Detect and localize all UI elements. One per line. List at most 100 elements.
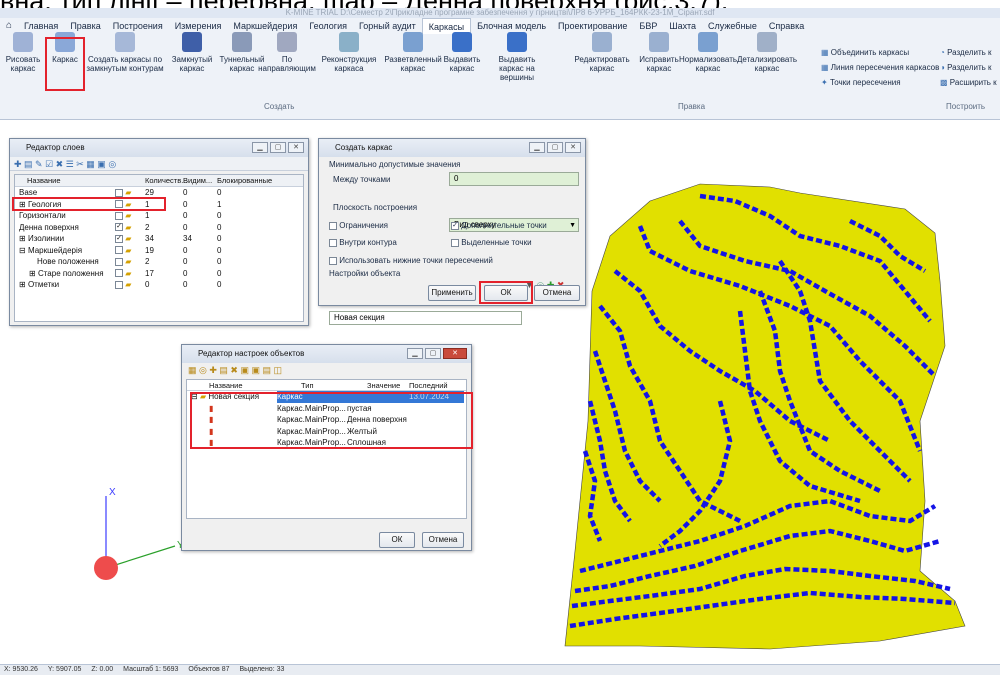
layer-row[interactable]: Нове положення ▰ 2 0 0 — [15, 256, 303, 268]
minimize-button[interactable]: ▁ — [252, 142, 268, 153]
merge-frames-label: Объединить каркасы — [830, 48, 910, 57]
layer-controls[interactable]: ▰ — [115, 268, 145, 280]
ribbon-button-3[interactable]: Замкнутый каркас — [166, 32, 218, 94]
lock-icon[interactable]: ▰ — [125, 234, 131, 243]
visibility-checkbox[interactable] — [115, 269, 123, 278]
layer-row[interactable]: ⊞ Отметки ▰ 0 0 0 — [15, 279, 303, 291]
ribbon-button-7[interactable]: Разветвленный каркас — [384, 32, 442, 94]
app-title: K-MINE TRIAL D:\Семестр 2\Прикладне прог… — [0, 8, 1000, 18]
group-edit: Правка — [678, 102, 706, 111]
ok-button[interactable]: ОК — [379, 532, 415, 548]
frame-tool-icon — [182, 32, 202, 52]
visibility-checkbox[interactable] — [115, 280, 123, 289]
layer-row[interactable]: Денна поверхня ✓ ▰ 2 0 0 — [15, 222, 303, 234]
split-frame-item-2[interactable]: ◑ Разделить к — [940, 63, 992, 72]
frame-tool-icon — [232, 32, 252, 52]
visibility-checkbox[interactable] — [115, 211, 123, 220]
layer-locked: 0 — [217, 188, 222, 197]
ribbon-button-12[interactable]: Нормализовать каркас — [679, 32, 737, 94]
ribbon-button-9[interactable]: Выдавить каркас на вершины — [487, 32, 547, 94]
col-name[interactable]: Название — [187, 380, 277, 390]
frame-tool-icon — [403, 32, 423, 52]
maximize-button[interactable]: ▢ — [547, 142, 563, 153]
between-points-input[interactable]: 0 — [449, 172, 579, 186]
minimize-button[interactable]: ▁ — [529, 142, 545, 153]
use-lower-label: Использовать нижние точки пересечений — [339, 256, 493, 265]
layers-toolbar[interactable]: ✚ ▤ ✎ ☑ ✖ ☰ ✂ ▦ ▣ ◎ — [10, 157, 308, 171]
cancel-button[interactable]: Отмена — [534, 285, 580, 301]
col-count[interactable]: Количеств... — [145, 175, 187, 186]
layer-controls[interactable]: ▰ — [115, 279, 145, 291]
lock-icon[interactable]: ▰ — [125, 246, 131, 255]
maximize-button[interactable]: ▢ — [270, 142, 286, 153]
ribbon-button-10[interactable]: Редактировать каркас — [573, 32, 631, 94]
ribbon-button-2[interactable]: Создать каркасы по замкнутым контурам — [86, 32, 164, 94]
lock-icon[interactable]: ▰ — [125, 211, 131, 220]
layer-row[interactable]: ⊞ Старе положення ▰ 17 0 0 — [15, 268, 303, 280]
col-type[interactable]: Тип — [277, 380, 347, 390]
layer-name-text: Изолинии — [27, 234, 65, 243]
ribbon-button-label: Редактировать каркас — [574, 55, 630, 73]
layer-controls[interactable]: ▰ — [115, 210, 145, 222]
visibility-checkbox[interactable]: ✓ — [115, 234, 123, 243]
layers-editor-titlebar: Редактор слоев ▁ ▢ ✕ — [10, 139, 308, 157]
col-locked[interactable]: Блокированные — [217, 175, 277, 186]
layers-editor-window: Редактор слоев ▁ ▢ ✕ ✚ ▤ ✎ ☑ ✖ ☰ ✂ ▦ ▣ ◎ Н… — [9, 138, 309, 326]
status-bar: X: 9530.26 Y: 5907.05 Z: 0.00 Масштаб 1: 56… — [0, 664, 1000, 675]
merge-frames-item[interactable]: ▦ Объединить каркасы — [821, 48, 909, 57]
col-name[interactable]: Название — [15, 175, 115, 186]
col-last[interactable]: Последний — [409, 380, 464, 390]
visibility-checkbox[interactable] — [115, 246, 123, 255]
extra-points-checkbox[interactable]: ✓ Дополнительные точки — [451, 221, 547, 230]
ribbon-button-8[interactable]: Выдавить каркас — [440, 32, 484, 94]
maximize-button[interactable]: ▢ — [425, 348, 441, 359]
intersection-line-item[interactable]: ▦ Линия пересечения каркасов — [821, 63, 939, 72]
cancel-button[interactable]: Отмена — [422, 532, 464, 548]
object-settings-toolbar[interactable]: ▦ ◎ ✚ ▤ ✖ ▣ ▣ ▤ ◫ — [182, 363, 471, 377]
intersection-points-item[interactable]: ✦ Точки пересечения — [821, 78, 901, 87]
close-button[interactable]: ✕ — [288, 142, 304, 153]
layer-controls[interactable]: ▰ — [115, 245, 145, 257]
ribbon-button-11[interactable]: Исправить каркас — [634, 32, 684, 94]
selected-points-checkbox[interactable]: Выделенные точки — [451, 238, 532, 247]
layer-controls[interactable]: ✓ ▰ — [115, 222, 145, 234]
frame-tool-icon — [507, 32, 527, 52]
lock-icon[interactable]: ▰ — [125, 188, 131, 197]
layer-visible: 34 — [183, 234, 192, 243]
lock-icon[interactable]: ▰ — [125, 269, 131, 278]
layer-row[interactable]: ⊟ Маркшейдерія ▰ 19 0 0 — [15, 245, 303, 257]
layer-controls[interactable]: ▰ — [115, 256, 145, 268]
minimize-button[interactable]: ▁ — [407, 348, 423, 359]
split-frame-item-1[interactable]: ◔ Разделить к — [940, 48, 992, 57]
apply-button[interactable]: Применить — [428, 285, 476, 301]
restrictions-checkbox[interactable]: Ограничения — [329, 221, 388, 230]
ribbon-button-0[interactable]: Рисовать каркас — [2, 32, 44, 94]
layer-row[interactable]: Горизонтали ▰ 1 0 0 — [15, 210, 303, 222]
layer-highlight — [12, 197, 166, 211]
col-visible[interactable]: Видим... — [183, 175, 217, 186]
settings-select[interactable]: Новая секция — [329, 311, 522, 325]
inside-contour-checkbox[interactable]: Внутри контура — [329, 238, 397, 247]
layer-name-text: Base — [19, 188, 38, 197]
ribbon-button-6[interactable]: Реконструкция каркаса — [316, 32, 382, 94]
layer-controls[interactable]: ✓ ▰ — [115, 233, 145, 245]
use-lower-checkbox[interactable]: Использовать нижние точки пересечений — [329, 256, 493, 265]
visibility-checkbox[interactable] — [115, 257, 123, 266]
extend-frame-item[interactable]: ▩ Расширить к — [940, 78, 997, 87]
lock-icon[interactable]: ▰ — [125, 257, 131, 266]
close-button[interactable]: ✕ — [565, 142, 581, 153]
ribbon-button-label: Рисовать каркас — [5, 55, 41, 73]
layer-name: Нове положення — [15, 256, 115, 268]
lock-icon[interactable]: ▰ — [125, 223, 131, 232]
lock-icon[interactable]: ▰ — [125, 280, 131, 289]
ribbon-button-13[interactable]: Детализировать каркас — [737, 32, 797, 94]
visibility-checkbox[interactable] — [115, 188, 123, 197]
ribbon-button-5[interactable]: По направляющим — [258, 32, 316, 94]
close-button[interactable]: ✕ — [443, 348, 467, 359]
layer-locked: 0 — [217, 245, 222, 255]
col-value[interactable]: Значение — [347, 380, 409, 390]
layer-row[interactable]: ⊞ Изолинии ✓ ▰ 34 34 0 — [15, 233, 303, 245]
ribbon-button-label: Выдавить каркас на вершины — [498, 55, 536, 82]
object-settings-highlight — [190, 392, 473, 449]
visibility-checkbox[interactable]: ✓ — [115, 223, 123, 232]
